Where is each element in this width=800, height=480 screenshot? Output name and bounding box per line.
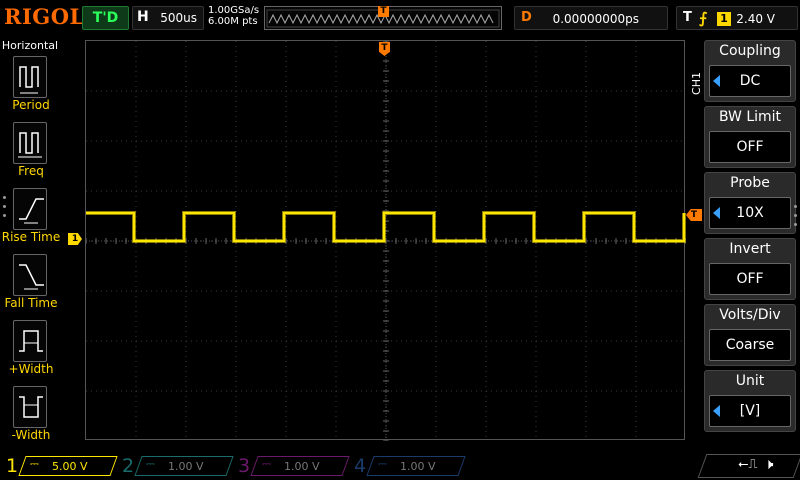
- menu-volts-div-value: Coarse: [725, 337, 775, 353]
- menu-volts-div-title: Volts/Div: [719, 307, 781, 323]
- ch1-waveform-trace: [86, 212, 685, 242]
- channel-1-number: 1: [6, 455, 19, 477]
- menu-bw-limit-title: BW Limit: [718, 109, 782, 125]
- menu-volts-div[interactable]: Volts/Div Coarse: [704, 304, 796, 366]
- panel-title: Horizontal: [1, 39, 59, 52]
- rising-edge-icon: ⨍: [699, 9, 708, 27]
- measure-period[interactable]: Period: [0, 54, 62, 118]
- menu-channel-label: CH1: [690, 72, 703, 95]
- measure-fall-time-label: Fall Time: [4, 296, 58, 310]
- measure-positive-width-label: +Width: [8, 362, 54, 376]
- trigger-level-marker[interactable]: T: [686, 209, 702, 221]
- horizontal-label: H: [137, 9, 149, 25]
- trigger-position-marker: T: [378, 6, 389, 17]
- rise-time-icon: [13, 188, 47, 230]
- horizontal-measure-panel: Horizontal Period Freq Rise Time Fall Ti…: [0, 36, 62, 450]
- measure-positive-width[interactable]: +Width: [0, 318, 62, 382]
- delay-value: 0.00000000ps: [552, 12, 639, 26]
- measure-frequency[interactable]: Freq: [0, 120, 62, 184]
- channel-4-number: 4: [354, 455, 367, 477]
- menu-coupling-title: Coupling: [719, 43, 781, 59]
- menu-bw-limit-value: OFF: [736, 139, 764, 155]
- channel-3-number: 3: [238, 455, 251, 477]
- trigger-status: T'D: [82, 6, 129, 30]
- trigger-label: T: [683, 10, 692, 25]
- fall-time-icon: [13, 254, 47, 296]
- positive-width-icon: [13, 320, 47, 362]
- acquisition-info: 1.00GSa/s 6.00M pts: [208, 5, 259, 27]
- graticule: [86, 41, 686, 441]
- menu-invert[interactable]: Invert OFF: [704, 238, 796, 300]
- trigger-display[interactable]: T ⨍ 1 2.40 V: [676, 6, 798, 30]
- channel-4-tab[interactable]: 4 ⎓ 1.00 V: [348, 454, 466, 478]
- dc-coupling-icon: ⎓: [146, 457, 155, 470]
- period-icon: [13, 56, 47, 98]
- top-status-bar: RIGOL T'D H 500us 1.00GSa/s 6.00M pts T …: [0, 0, 800, 36]
- channel-bar: 1 ⎓ 5.00 V 2 ⎓ 1.00 V 3 ⎓ 1.00 V 4 ⎓ 1.0…: [0, 452, 800, 480]
- trigger-level-value: 2.40 V: [736, 12, 775, 26]
- menu-probe-title: Probe: [730, 175, 770, 191]
- measure-negative-width-label: -Width: [11, 428, 51, 442]
- measure-rise-time-label: Rise Time: [1, 230, 61, 244]
- measure-negative-width[interactable]: -Width: [0, 384, 62, 448]
- trigger-source: 1: [717, 12, 731, 26]
- dc-coupling-icon: ⎓: [30, 457, 39, 470]
- channel-3-scale: 1.00 V: [284, 460, 320, 473]
- menu-bw-limit[interactable]: BW Limit OFF: [704, 106, 796, 168]
- menu-scroll-indicator: [794, 205, 798, 232]
- memory-depth: 6.00M pts: [208, 16, 258, 27]
- dc-coupling-icon: ⎓: [262, 457, 271, 470]
- delay-label: D: [521, 10, 532, 25]
- channel-2-number: 2: [122, 455, 135, 477]
- usb-icon: ⭠⎍: [738, 457, 758, 472]
- panel-scroll-indicator: [3, 196, 7, 223]
- sample-rate: 1.00GSa/s: [208, 5, 260, 16]
- timebase-value: 500us: [160, 11, 197, 25]
- menu-unit-value: [V]: [739, 403, 761, 419]
- channel-3-tab[interactable]: 3 ⎓ 1.00 V: [232, 454, 350, 478]
- negative-width-icon: [13, 386, 47, 428]
- measure-rise-time[interactable]: Rise Time: [0, 186, 62, 250]
- measure-frequency-label: Freq: [18, 164, 44, 178]
- brand-logo: RIGOL: [4, 4, 85, 29]
- menu-probe[interactable]: Probe 10X: [704, 172, 796, 234]
- ch1-offset-marker[interactable]: 1: [68, 233, 82, 245]
- measure-period-label: Period: [12, 98, 50, 112]
- measure-fall-time[interactable]: Fall Time: [0, 252, 62, 316]
- menu-probe-value: 10X: [736, 205, 764, 221]
- menu-coupling-value: DC: [739, 73, 761, 89]
- channel-2-tab[interactable]: 2 ⎓ 1.00 V: [116, 454, 234, 478]
- menu-invert-value: OFF: [736, 271, 764, 287]
- delay-display[interactable]: D 0.00000000ps: [514, 6, 668, 30]
- waveform-display[interactable]: [85, 40, 686, 441]
- frequency-icon: [13, 122, 47, 164]
- channel-1-tab[interactable]: 1 ⎓ 5.00 V: [0, 454, 118, 478]
- dc-coupling-icon: ⎓: [378, 457, 387, 470]
- menu-unit-title: Unit: [735, 373, 765, 389]
- menu-coupling[interactable]: Coupling DC: [704, 40, 796, 102]
- channel-2-scale: 1.00 V: [168, 460, 204, 473]
- channel-1-scale: 5.00 V: [52, 460, 88, 473]
- menu-unit[interactable]: Unit [V]: [704, 370, 796, 432]
- menu-invert-title: Invert: [729, 241, 771, 257]
- timebase-display[interactable]: H 500us: [132, 6, 204, 30]
- speaker-muted-icon: 🕨: [764, 455, 774, 473]
- channel-4-scale: 1.00 V: [400, 460, 436, 473]
